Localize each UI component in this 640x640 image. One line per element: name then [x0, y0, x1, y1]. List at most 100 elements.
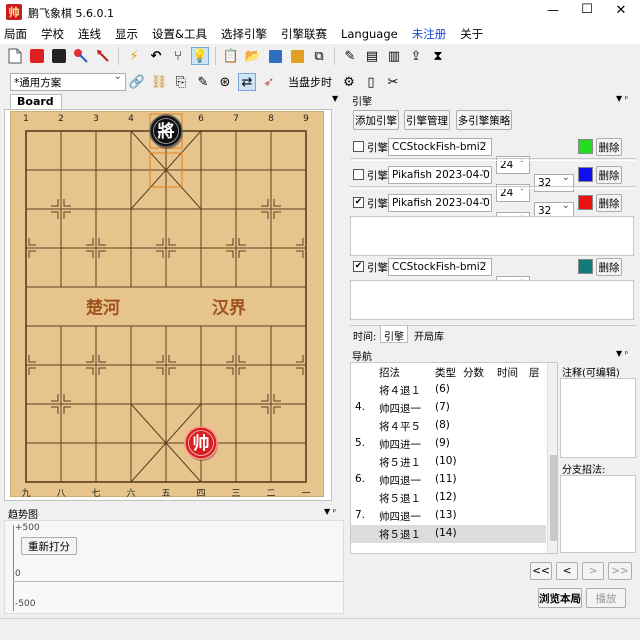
menu-item-9[interactable]: 关于 [460, 26, 483, 42]
tab-opening-book[interactable]: 开局库 [414, 328, 444, 343]
engine-delete-button[interactable]: 删除 [596, 138, 622, 156]
engine-delete-button[interactable]: 删除 [596, 166, 622, 184]
gear-icon[interactable]: ⚙ [340, 73, 358, 91]
engine-color-swatch[interactable] [578, 167, 593, 182]
board-dock-controls[interactable]: ▼ [332, 94, 338, 103]
comment-box[interactable] [560, 378, 636, 458]
move-row[interactable]: 将４退１ (6) [351, 381, 546, 399]
upload-icon[interactable]: ⇪ [407, 47, 425, 65]
save-icon[interactable] [266, 47, 284, 65]
red-square-icon[interactable] [28, 47, 46, 65]
engine-label: 引擎 [367, 198, 388, 210]
edit-board-icon[interactable]: ✎ [194, 73, 212, 91]
first-move-button[interactable]: << [530, 562, 552, 580]
scrollbar-thumb[interactable] [550, 455, 557, 541]
navigation-dock-controls[interactable]: ▼ ᵖ [616, 349, 628, 358]
menu-item-0[interactable]: 局面 [4, 26, 27, 42]
engine-color-swatch[interactable] [578, 259, 593, 274]
minimize-button[interactable]: — [538, 3, 568, 17]
engine-name-select[interactable]: CCStockFish-bmi2 [388, 258, 492, 276]
engine-enable-checkbox[interactable] [353, 141, 364, 152]
settings-circle-icon[interactable]: ⊛ [216, 73, 234, 91]
move-list[interactable]: 招法 类型 分数 时间 层 将４退１ (6) 4. 帅四退一 (7) 将４平５ … [350, 362, 558, 554]
lightbulb-icon[interactable]: 💡 [191, 47, 209, 65]
lightning-icon[interactable]: ⚡ [125, 47, 143, 65]
engine-output-box[interactable] [350, 280, 634, 320]
scheme-select[interactable]: *通用方案 [10, 73, 126, 91]
last-move-button[interactable]: >> [608, 562, 632, 580]
menu-item-7[interactable]: Language [341, 27, 398, 41]
menu-item-2[interactable]: 连线 [78, 26, 101, 42]
board-scrollbar[interactable] [333, 109, 342, 501]
tools-icon[interactable]: ✂ [384, 73, 402, 91]
open-folder-icon[interactable]: 📂 [244, 47, 262, 65]
copy-board-icon[interactable]: ⎘ [172, 73, 190, 91]
engine-enable-checkbox[interactable] [353, 169, 364, 180]
copy-icon[interactable]: ⧉ [310, 47, 328, 65]
menu-item-5[interactable]: 选择引擎 [221, 26, 267, 42]
move-row[interactable]: 将５退１ (12) [351, 489, 546, 507]
engine-name-select[interactable]: CCStockFish-bmi2 [388, 138, 492, 156]
tab-time[interactable]: 时间: [353, 328, 376, 343]
reset-score-button[interactable]: 重新打分 [21, 537, 77, 555]
doc-icon[interactable]: ▤ [363, 47, 381, 65]
edit-icon[interactable]: ✎ [341, 47, 359, 65]
move-row[interactable]: 5. 帅四进一 (9) [351, 435, 546, 453]
move-row[interactable]: 将５退１ (14) [351, 525, 546, 543]
move-row[interactable]: 将４平５ (8) [351, 417, 546, 435]
menu-item-3[interactable]: 显示 [115, 26, 138, 42]
engine-manage-button[interactable]: 引擎管理 [404, 110, 450, 130]
engine-dock-controls[interactable]: ▼ ᵖ [616, 94, 628, 103]
move-row[interactable]: 7. 帅四退一 (13) [351, 507, 546, 525]
black-piece-char[interactable]: 將 [158, 121, 175, 142]
step-time-label[interactable]: 当盘步时 [288, 74, 332, 90]
engine-enable-checkbox[interactable]: ✔ [353, 197, 364, 208]
move-list-scrollbar[interactable] [547, 363, 557, 553]
black-square-icon[interactable] [50, 47, 68, 65]
engine-output-box[interactable] [350, 216, 634, 256]
rocket-icon[interactable]: ➶ [260, 73, 278, 91]
next-move-button[interactable]: > [582, 562, 604, 580]
doc2-icon[interactable]: ▥ [385, 47, 403, 65]
swap-icon[interactable]: ⇄ [238, 73, 256, 91]
move-row[interactable]: 将５进１ (10) [351, 453, 546, 471]
engine-delete-button[interactable]: 删除 [596, 258, 622, 276]
move-row[interactable]: 6. 帅四退一 (11) [351, 471, 546, 489]
branch-moves-box[interactable] [560, 475, 636, 553]
engine-delete-button[interactable]: 删除 [596, 194, 622, 212]
menu-bar: 局面 学校 连线 显示 设置&工具 选择引擎 引擎联赛 Language 未注册 关于 [0, 24, 640, 44]
new-doc-icon[interactable] [6, 47, 24, 65]
branch-icon[interactable]: ⑂ [169, 47, 187, 65]
xiangqi-board[interactable]: 楚河汉界123456789九八七六五四三二一將帅 [10, 111, 324, 497]
play-button[interactable]: 播放 [586, 588, 626, 608]
close-button[interactable]: ✕ [606, 3, 636, 18]
menu-item-6[interactable]: 引擎联赛 [281, 26, 327, 42]
browse-game-button[interactable]: 浏览本局 [538, 588, 582, 608]
multi-engine-strategy-button[interactable]: 多引擎策略 [456, 110, 512, 130]
engine-name-select[interactable]: Pikafish 2023-04-0 [388, 194, 492, 212]
tab-engine[interactable]: 引擎 [380, 326, 408, 343]
menu-item-1[interactable]: 学校 [41, 26, 64, 42]
engine-name-select[interactable]: Pikafish 2023-04-0 [388, 166, 492, 184]
phone-icon[interactable]: ▯ [362, 73, 380, 91]
menu-item-8[interactable]: 未注册 [412, 26, 447, 42]
undo-icon[interactable]: ↶ [147, 47, 165, 65]
red-piece-char[interactable]: 帅 [193, 433, 210, 454]
add-engine-button[interactable]: 添加引擎 [353, 110, 399, 130]
link-icon[interactable]: 🔗 [128, 73, 146, 91]
maximize-button[interactable]: ☐ [572, 2, 602, 17]
engine-enable-checkbox[interactable]: ✔ [353, 261, 364, 272]
chain-icon[interactable]: ⛓ [150, 73, 168, 91]
prev-move-button[interactable]: < [556, 562, 578, 580]
export-icon[interactable]: ⧗ [429, 47, 447, 65]
trend-dock-controls[interactable]: ▼ ᵖ [324, 507, 336, 516]
paste-icon[interactable]: 📋 [222, 47, 240, 65]
red-pen-icon[interactable] [72, 47, 90, 65]
menu-item-4[interactable]: 设置&工具 [152, 26, 207, 42]
engine-color-swatch[interactable] [578, 139, 593, 154]
red-arrow-icon[interactable] [94, 47, 112, 65]
save-as-icon[interactable] [288, 47, 306, 65]
move-row[interactable]: 4. 帅四退一 (7) [351, 399, 546, 417]
engine-color-swatch[interactable] [578, 195, 593, 210]
board-tab[interactable]: Board [10, 94, 62, 109]
